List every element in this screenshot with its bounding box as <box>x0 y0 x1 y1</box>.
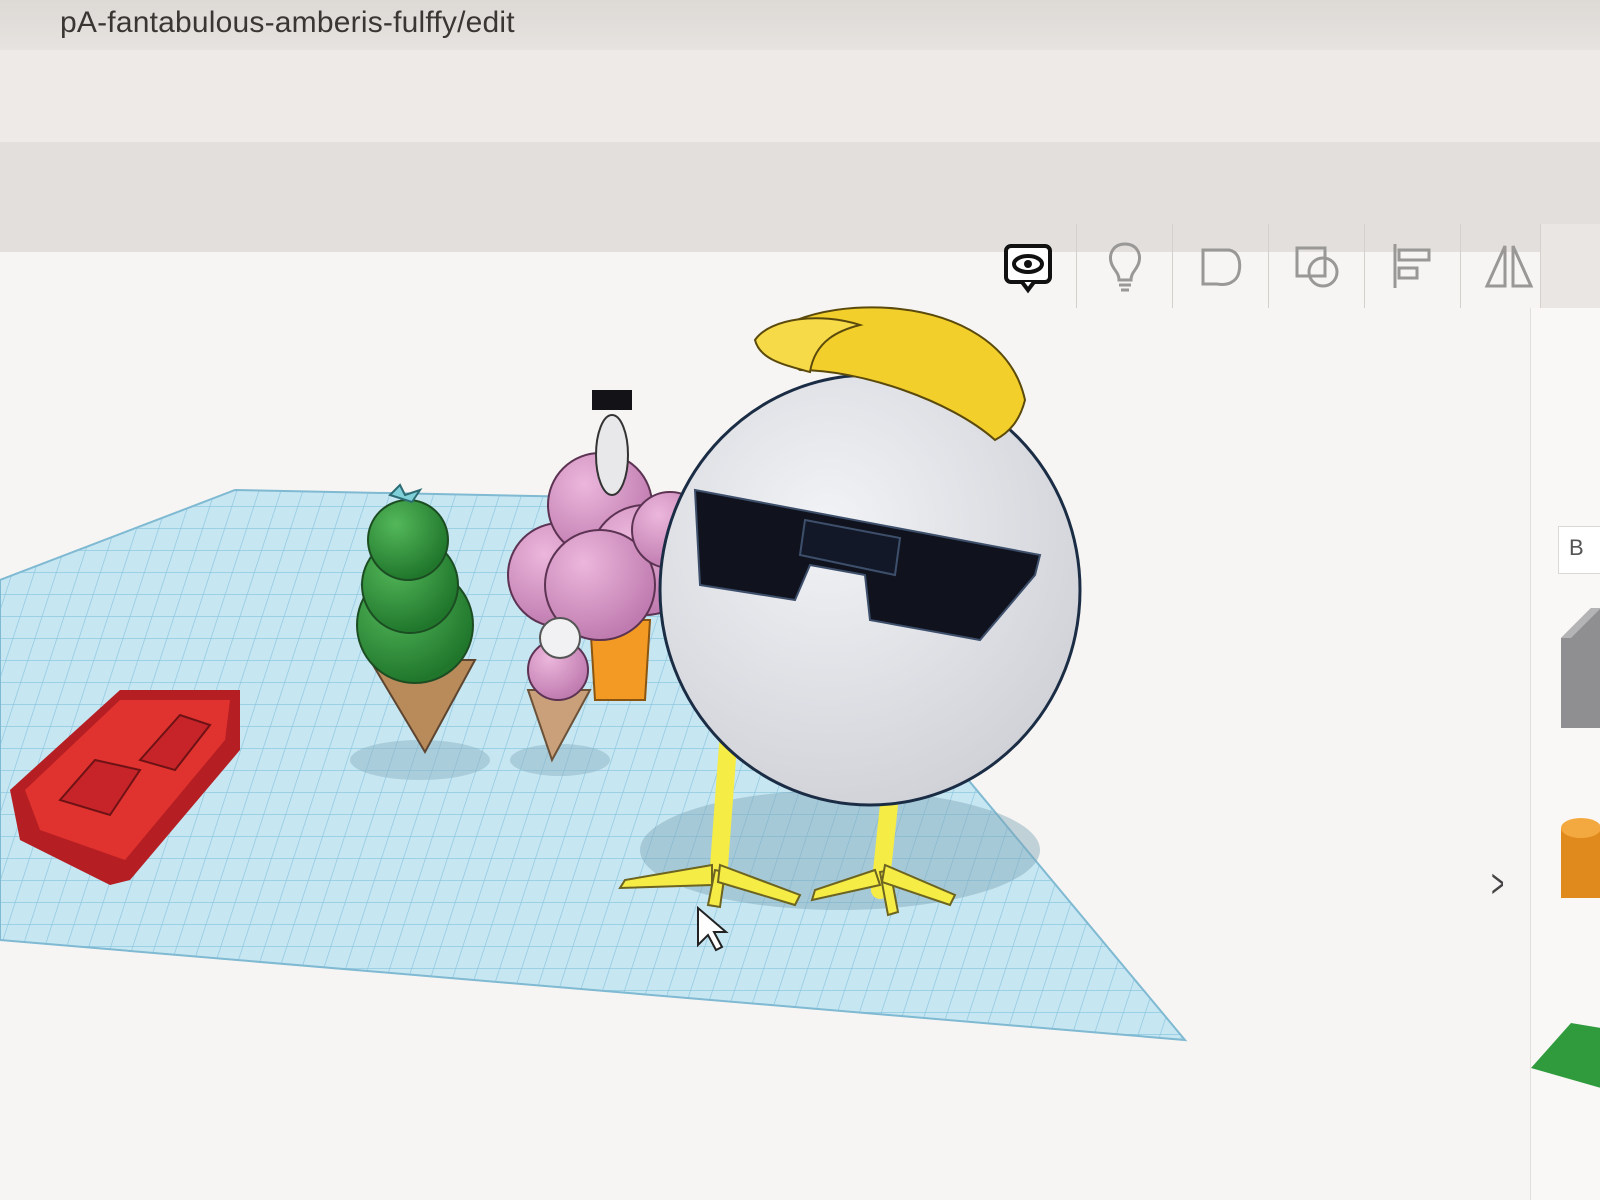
shape-thumbnails <box>1531 608 1600 1088</box>
cylinder-shape-thumb[interactable] <box>1561 828 1600 898</box>
3d-scene[interactable] <box>0 0 1540 1200</box>
panel-tab-basic[interactable]: B <box>1558 526 1600 574</box>
shapes-panel <box>1530 308 1600 1200</box>
toolbar-end-button[interactable] <box>1540 224 1600 308</box>
roof-shape-thumb[interactable] <box>1531 1023 1600 1088</box>
